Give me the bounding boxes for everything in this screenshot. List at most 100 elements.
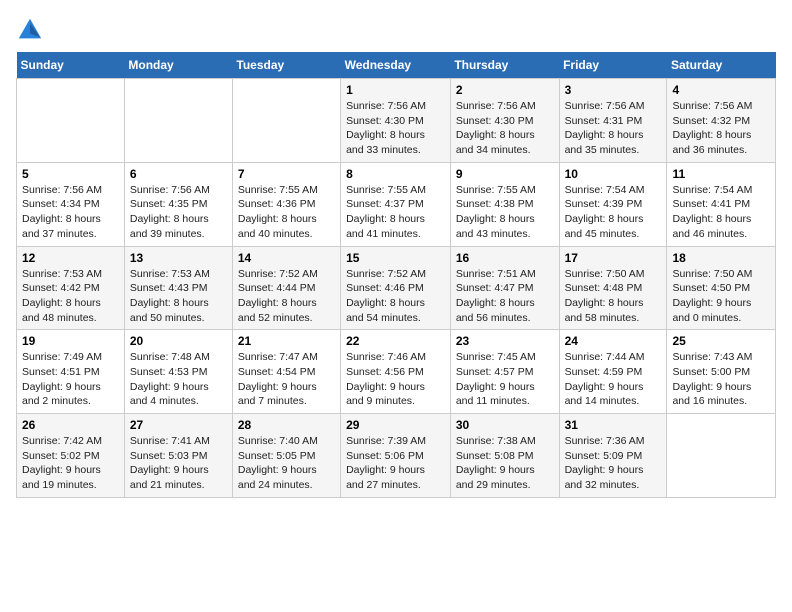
day-detail: Sunrise: 7:56 AM Sunset: 4:31 PM Dayligh… [565, 99, 662, 158]
calendar-cell: 12Sunrise: 7:53 AM Sunset: 4:42 PM Dayli… [17, 246, 125, 330]
calendar-cell: 21 Sunrise: 7:47 AM Sunset: 4:54 PM Dayli… [232, 330, 340, 414]
calendar-cell: 5 Sunrise: 7:56 AM Sunset: 4:34 PM Daylig… [17, 162, 125, 246]
calendar-cell: 25 Sunrise: 7:43 AM Sunset: 5:00 PM Dayli… [667, 330, 776, 414]
day-detail: Sunrise: 7:49 AM Sunset: 4:51 PM Dayligh… [22, 350, 119, 409]
weekday-header-friday: Friday [559, 52, 667, 79]
day-number: 27 [130, 418, 227, 432]
weekday-header-monday: Monday [124, 52, 232, 79]
calendar-cell: 17 Sunrise: 7:50 AM Sunset: 4:48 PM Dayli… [559, 246, 667, 330]
calendar-cell: 28 Sunrise: 7:40 AM Sunset: 5:05 PM Dayli… [232, 414, 340, 498]
calendar-cell: 10 Sunrise: 7:54 AM Sunset: 4:39 PM Dayli… [559, 162, 667, 246]
day-detail: Sunrise: 7:53 AM Sunset: 4:43 PM Dayligh… [130, 267, 227, 326]
day-detail: Sunrise: 7:38 AM Sunset: 5:08 PM Dayligh… [456, 434, 554, 493]
calendar-cell: 27 Sunrise: 7:41 AM Sunset: 5:03 PM Dayli… [124, 414, 232, 498]
day-detail: Sunrise: 7:54 AM Sunset: 4:41 PM Dayligh… [672, 183, 770, 242]
calendar-cell: 8 Sunrise: 7:55 AM Sunset: 4:37 PM Daylig… [341, 162, 451, 246]
day-number: 1 [346, 83, 445, 97]
day-detail: Sunrise: 7:50 AM Sunset: 4:48 PM Dayligh… [565, 267, 662, 326]
weekday-header-thursday: Thursday [450, 52, 559, 79]
logo [16, 16, 48, 44]
calendar-cell: 31 Sunrise: 7:36 AM Sunset: 5:09 PM Dayli… [559, 414, 667, 498]
day-number: 8 [346, 167, 445, 181]
calendar-cell [667, 414, 776, 498]
day-detail: Sunrise: 7:43 AM Sunset: 5:00 PM Dayligh… [672, 350, 770, 409]
day-number: 15 [346, 251, 445, 265]
day-number: 30 [456, 418, 554, 432]
day-detail: Sunrise: 7:40 AM Sunset: 5:05 PM Dayligh… [238, 434, 335, 493]
day-detail: Sunrise: 7:56 AM Sunset: 4:34 PM Dayligh… [22, 183, 119, 242]
day-number: 16 [456, 251, 554, 265]
calendar-cell: 22 Sunrise: 7:46 AM Sunset: 4:56 PM Dayli… [341, 330, 451, 414]
day-number: 2 [456, 83, 554, 97]
day-number: 29 [346, 418, 445, 432]
day-detail: Sunrise: 7:50 AM Sunset: 4:50 PM Dayligh… [672, 267, 770, 326]
day-detail: Sunrise: 7:45 AM Sunset: 4:57 PM Dayligh… [456, 350, 554, 409]
day-number: 12 [22, 251, 119, 265]
calendar-week-1: 1 Sunrise: 7:56 AM Sunset: 4:30 PM Daylig… [17, 79, 776, 163]
calendar-cell: 1 Sunrise: 7:56 AM Sunset: 4:30 PM Daylig… [341, 79, 451, 163]
day-detail: Sunrise: 7:52 AM Sunset: 4:44 PM Dayligh… [238, 267, 335, 326]
calendar-cell: 2 Sunrise: 7:56 AM Sunset: 4:30 PM Daylig… [450, 79, 559, 163]
day-number: 19 [22, 334, 119, 348]
calendar-cell: 16Sunrise: 7:51 AM Sunset: 4:47 PM Dayli… [450, 246, 559, 330]
day-number: 5 [22, 167, 119, 181]
day-detail: Sunrise: 7:55 AM Sunset: 4:37 PM Dayligh… [346, 183, 445, 242]
day-number: 31 [565, 418, 662, 432]
day-number: 14 [238, 251, 335, 265]
day-number: 6 [130, 167, 227, 181]
day-number: 28 [238, 418, 335, 432]
weekday-header-saturday: Saturday [667, 52, 776, 79]
day-detail: Sunrise: 7:36 AM Sunset: 5:09 PM Dayligh… [565, 434, 662, 493]
calendar-cell: 14 Sunrise: 7:52 AM Sunset: 4:44 PM Dayli… [232, 246, 340, 330]
weekday-header-row: SundayMondayTuesdayWednesdayThursdayFrid… [17, 52, 776, 79]
calendar-week-2: 5 Sunrise: 7:56 AM Sunset: 4:34 PM Daylig… [17, 162, 776, 246]
day-detail: Sunrise: 7:56 AM Sunset: 4:30 PM Dayligh… [456, 99, 554, 158]
day-number: 7 [238, 167, 335, 181]
day-detail: Sunrise: 7:48 AM Sunset: 4:53 PM Dayligh… [130, 350, 227, 409]
calendar-week-4: 19 Sunrise: 7:49 AM Sunset: 4:51 PM Dayli… [17, 330, 776, 414]
day-number: 22 [346, 334, 445, 348]
day-number: 24 [565, 334, 662, 348]
weekday-header-tuesday: Tuesday [232, 52, 340, 79]
day-number: 20 [130, 334, 227, 348]
calendar-cell: 13 Sunrise: 7:53 AM Sunset: 4:43 PM Dayli… [124, 246, 232, 330]
day-number: 21 [238, 334, 335, 348]
calendar-cell [17, 79, 125, 163]
calendar-cell: 7 Sunrise: 7:55 AM Sunset: 4:36 PM Daylig… [232, 162, 340, 246]
day-detail: Sunrise: 7:41 AM Sunset: 5:03 PM Dayligh… [130, 434, 227, 493]
day-number: 18 [672, 251, 770, 265]
day-detail: Sunrise: 7:56 AM Sunset: 4:35 PM Dayligh… [130, 183, 227, 242]
day-number: 25 [672, 334, 770, 348]
page-header [16, 16, 776, 44]
day-number: 17 [565, 251, 662, 265]
calendar-week-5: 26 Sunrise: 7:42 AM Sunset: 5:02 PM Dayli… [17, 414, 776, 498]
logo-icon [16, 16, 44, 44]
calendar-cell [232, 79, 340, 163]
calendar-cell: 18 Sunrise: 7:50 AM Sunset: 4:50 PM Dayli… [667, 246, 776, 330]
calendar-cell: 15 Sunrise: 7:52 AM Sunset: 4:46 PM Dayli… [341, 246, 451, 330]
day-number: 13 [130, 251, 227, 265]
calendar-cell: 26 Sunrise: 7:42 AM Sunset: 5:02 PM Dayli… [17, 414, 125, 498]
day-number: 11 [672, 167, 770, 181]
day-number: 26 [22, 418, 119, 432]
calendar-cell: 19 Sunrise: 7:49 AM Sunset: 4:51 PM Dayli… [17, 330, 125, 414]
day-detail: Sunrise: 7:39 AM Sunset: 5:06 PM Dayligh… [346, 434, 445, 493]
day-detail: Sunrise: 7:55 AM Sunset: 4:38 PM Dayligh… [456, 183, 554, 242]
calendar-cell: 24 Sunrise: 7:44 AM Sunset: 4:59 PM Dayli… [559, 330, 667, 414]
day-number: 10 [565, 167, 662, 181]
calendar-cell [124, 79, 232, 163]
day-detail: Sunrise: 7:54 AM Sunset: 4:39 PM Dayligh… [565, 183, 662, 242]
day-number: 4 [672, 83, 770, 97]
calendar-cell: 23 Sunrise: 7:45 AM Sunset: 4:57 PM Dayli… [450, 330, 559, 414]
calendar-cell: 30 Sunrise: 7:38 AM Sunset: 5:08 PM Dayli… [450, 414, 559, 498]
day-detail: Sunrise: 7:44 AM Sunset: 4:59 PM Dayligh… [565, 350, 662, 409]
day-detail: Sunrise: 7:42 AM Sunset: 5:02 PM Dayligh… [22, 434, 119, 493]
day-number: 9 [456, 167, 554, 181]
day-detail: Sunrise: 7:46 AM Sunset: 4:56 PM Dayligh… [346, 350, 445, 409]
day-detail: Sunrise: 7:47 AM Sunset: 4:54 PM Dayligh… [238, 350, 335, 409]
calendar-cell: 11 Sunrise: 7:54 AM Sunset: 4:41 PM Dayli… [667, 162, 776, 246]
day-detail: Sunrise: 7:52 AM Sunset: 4:46 PM Dayligh… [346, 267, 445, 326]
day-detail: Sunrise: 7:56 AM Sunset: 4:30 PM Dayligh… [346, 99, 445, 158]
day-number: 23 [456, 334, 554, 348]
day-detail: Sunrise: 7:55 AM Sunset: 4:36 PM Dayligh… [238, 183, 335, 242]
